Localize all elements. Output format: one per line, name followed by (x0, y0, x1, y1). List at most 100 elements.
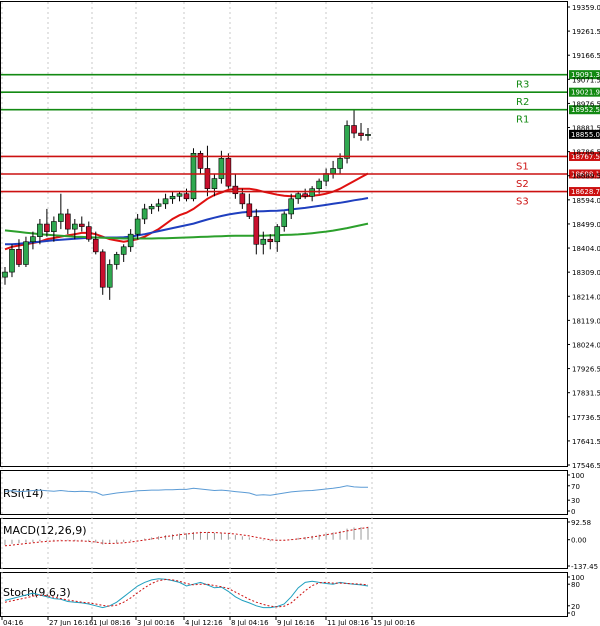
rsi-tick-label: 70 (571, 483, 580, 491)
price-tick-label: 18689.5 (572, 173, 600, 181)
candle-bullish (281, 213, 288, 227)
time-tick-label: 9 Jul 16:16 (277, 619, 315, 626)
time-tick-label: 27 Jun 16:16 (49, 619, 94, 626)
candle-bullish (295, 193, 301, 200)
time-axis: 04:16 27 Jun 16:16 1 Jul 08:16 3 Jul 00:16 4… (1, 617, 416, 626)
price-tick-label: 19071.5 (572, 76, 600, 84)
price-tick-label: 18214.0 (572, 293, 600, 301)
macd-tick-label: -137.45 (571, 563, 598, 571)
candle-bullish (37, 223, 43, 237)
price-tick-label: 18594.0 (572, 197, 600, 205)
candle-bearish (92, 238, 99, 253)
price-tick-label: 19261.5 (572, 28, 600, 36)
candle-bullish (58, 213, 64, 222)
rsi-label: RSI(14) (3, 487, 43, 500)
candle-bullish (148, 206, 155, 210)
price-tick-label: 18024.0 (572, 341, 600, 349)
time-tick-label: 1 Jul 08:16 (93, 619, 131, 626)
candle-bullish (176, 193, 183, 197)
candle-bearish (85, 226, 92, 240)
level-price-label: 19021.9 (571, 89, 600, 97)
level-name-r2: R2 (516, 97, 529, 108)
candle-bullish (365, 134, 371, 136)
candle-bullish (288, 198, 295, 215)
stoch-tick-label: 80 (571, 581, 580, 589)
price-tick-label: 18499.0 (572, 221, 600, 229)
candle-bullish (127, 233, 134, 248)
candle-bullish (211, 178, 218, 189)
candle-bullish (218, 158, 225, 179)
candle-bearish (16, 249, 22, 265)
time-tick-label: 04:16 (3, 619, 24, 626)
time-tick-label: 15 Jul 00:16 (373, 619, 416, 626)
current-price-marker: 18855.0 (569, 129, 600, 139)
candle-bearish (267, 238, 274, 243)
price-tick-label: 18786.5 (572, 149, 600, 157)
candle-bearish (239, 193, 246, 205)
rsi-tick-label: 0 (571, 508, 575, 516)
price-tick-label: 17546.5 (572, 462, 600, 470)
candle-bullish (309, 188, 315, 197)
candle-bullish (72, 223, 78, 230)
candle-bullish (30, 236, 36, 243)
candle-bearish (232, 185, 239, 195)
candle-bullish (162, 198, 169, 205)
level-price-label: 18628.7 (571, 188, 600, 196)
current-price-label: 18855.0 (571, 131, 600, 139)
price-tick-label: 17736.5 (572, 414, 600, 422)
candle-bearish (302, 193, 308, 197)
level-name-s1: S1 (516, 161, 529, 172)
price-tick-label: 17641.5 (572, 438, 600, 446)
time-tick-label: 11 Jul 08:16 (327, 619, 370, 626)
candle-bullish (9, 249, 15, 273)
candle-bearish (358, 132, 364, 136)
candle-bullish (155, 203, 162, 207)
time-tick-label: 4 Jul 12:16 (185, 619, 223, 626)
candle-bearish (253, 216, 260, 245)
candle-bullish (316, 180, 322, 189)
candle-bullish (169, 195, 176, 200)
stoch-label: Stoch(9,6,3) (3, 586, 71, 599)
candle-bullish (344, 125, 350, 159)
candle-bearish (78, 223, 85, 227)
candle-bullish (141, 208, 148, 220)
candle-bearish (183, 193, 190, 200)
candle-bearish (99, 251, 106, 288)
price-tick-label: 18976.5 (572, 100, 600, 108)
candle-bullish (113, 254, 120, 265)
price-tick-label: 19359.0 (572, 4, 600, 12)
candle-bearish (351, 125, 357, 134)
level-name-s2: S2 (516, 179, 529, 190)
price-tick-label: 18404.0 (572, 245, 600, 253)
candle-bullish (330, 168, 336, 174)
candle-bullish (134, 218, 141, 235)
candle-bearish (44, 223, 50, 232)
chart-canvas: R319091.3R219021.9R118952.5S118767.5S218… (0, 0, 600, 626)
candle-bullish (337, 158, 343, 169)
candle-bullish (120, 246, 127, 255)
stoch-tick-label: 0 (571, 610, 575, 618)
macd-tick-label: 0.00 (571, 537, 587, 545)
macd-tick-label: 92.58 (571, 519, 591, 527)
candle-bullish (23, 241, 29, 265)
candle-bearish (197, 153, 204, 169)
price-tick-label: 17831.5 (572, 390, 600, 398)
macd-label: MACD(12,26,9) (3, 524, 87, 537)
rsi-tick-label: 100 (571, 472, 584, 480)
candle-bullish (260, 238, 267, 245)
price-tick-label: 18119.0 (572, 317, 600, 325)
price-tick-label: 17926.5 (572, 366, 600, 374)
candle-bearish (204, 168, 211, 189)
level-name-r3: R3 (516, 80, 529, 91)
price-tick-label: 19166.5 (572, 52, 600, 60)
candle-bearish (246, 203, 253, 217)
level-name-s3: S3 (516, 197, 529, 208)
candle-bearish (65, 213, 71, 230)
price-tick-label: 18309.0 (572, 269, 600, 277)
candle-bullish (106, 264, 113, 288)
time-tick-label: 8 Jul 04:16 (231, 619, 269, 626)
candle-bullish (51, 221, 57, 232)
candle-bearish (225, 158, 232, 187)
level-name-r1: R1 (516, 115, 529, 126)
time-tick-label: 3 Jul 00:16 (137, 619, 175, 626)
